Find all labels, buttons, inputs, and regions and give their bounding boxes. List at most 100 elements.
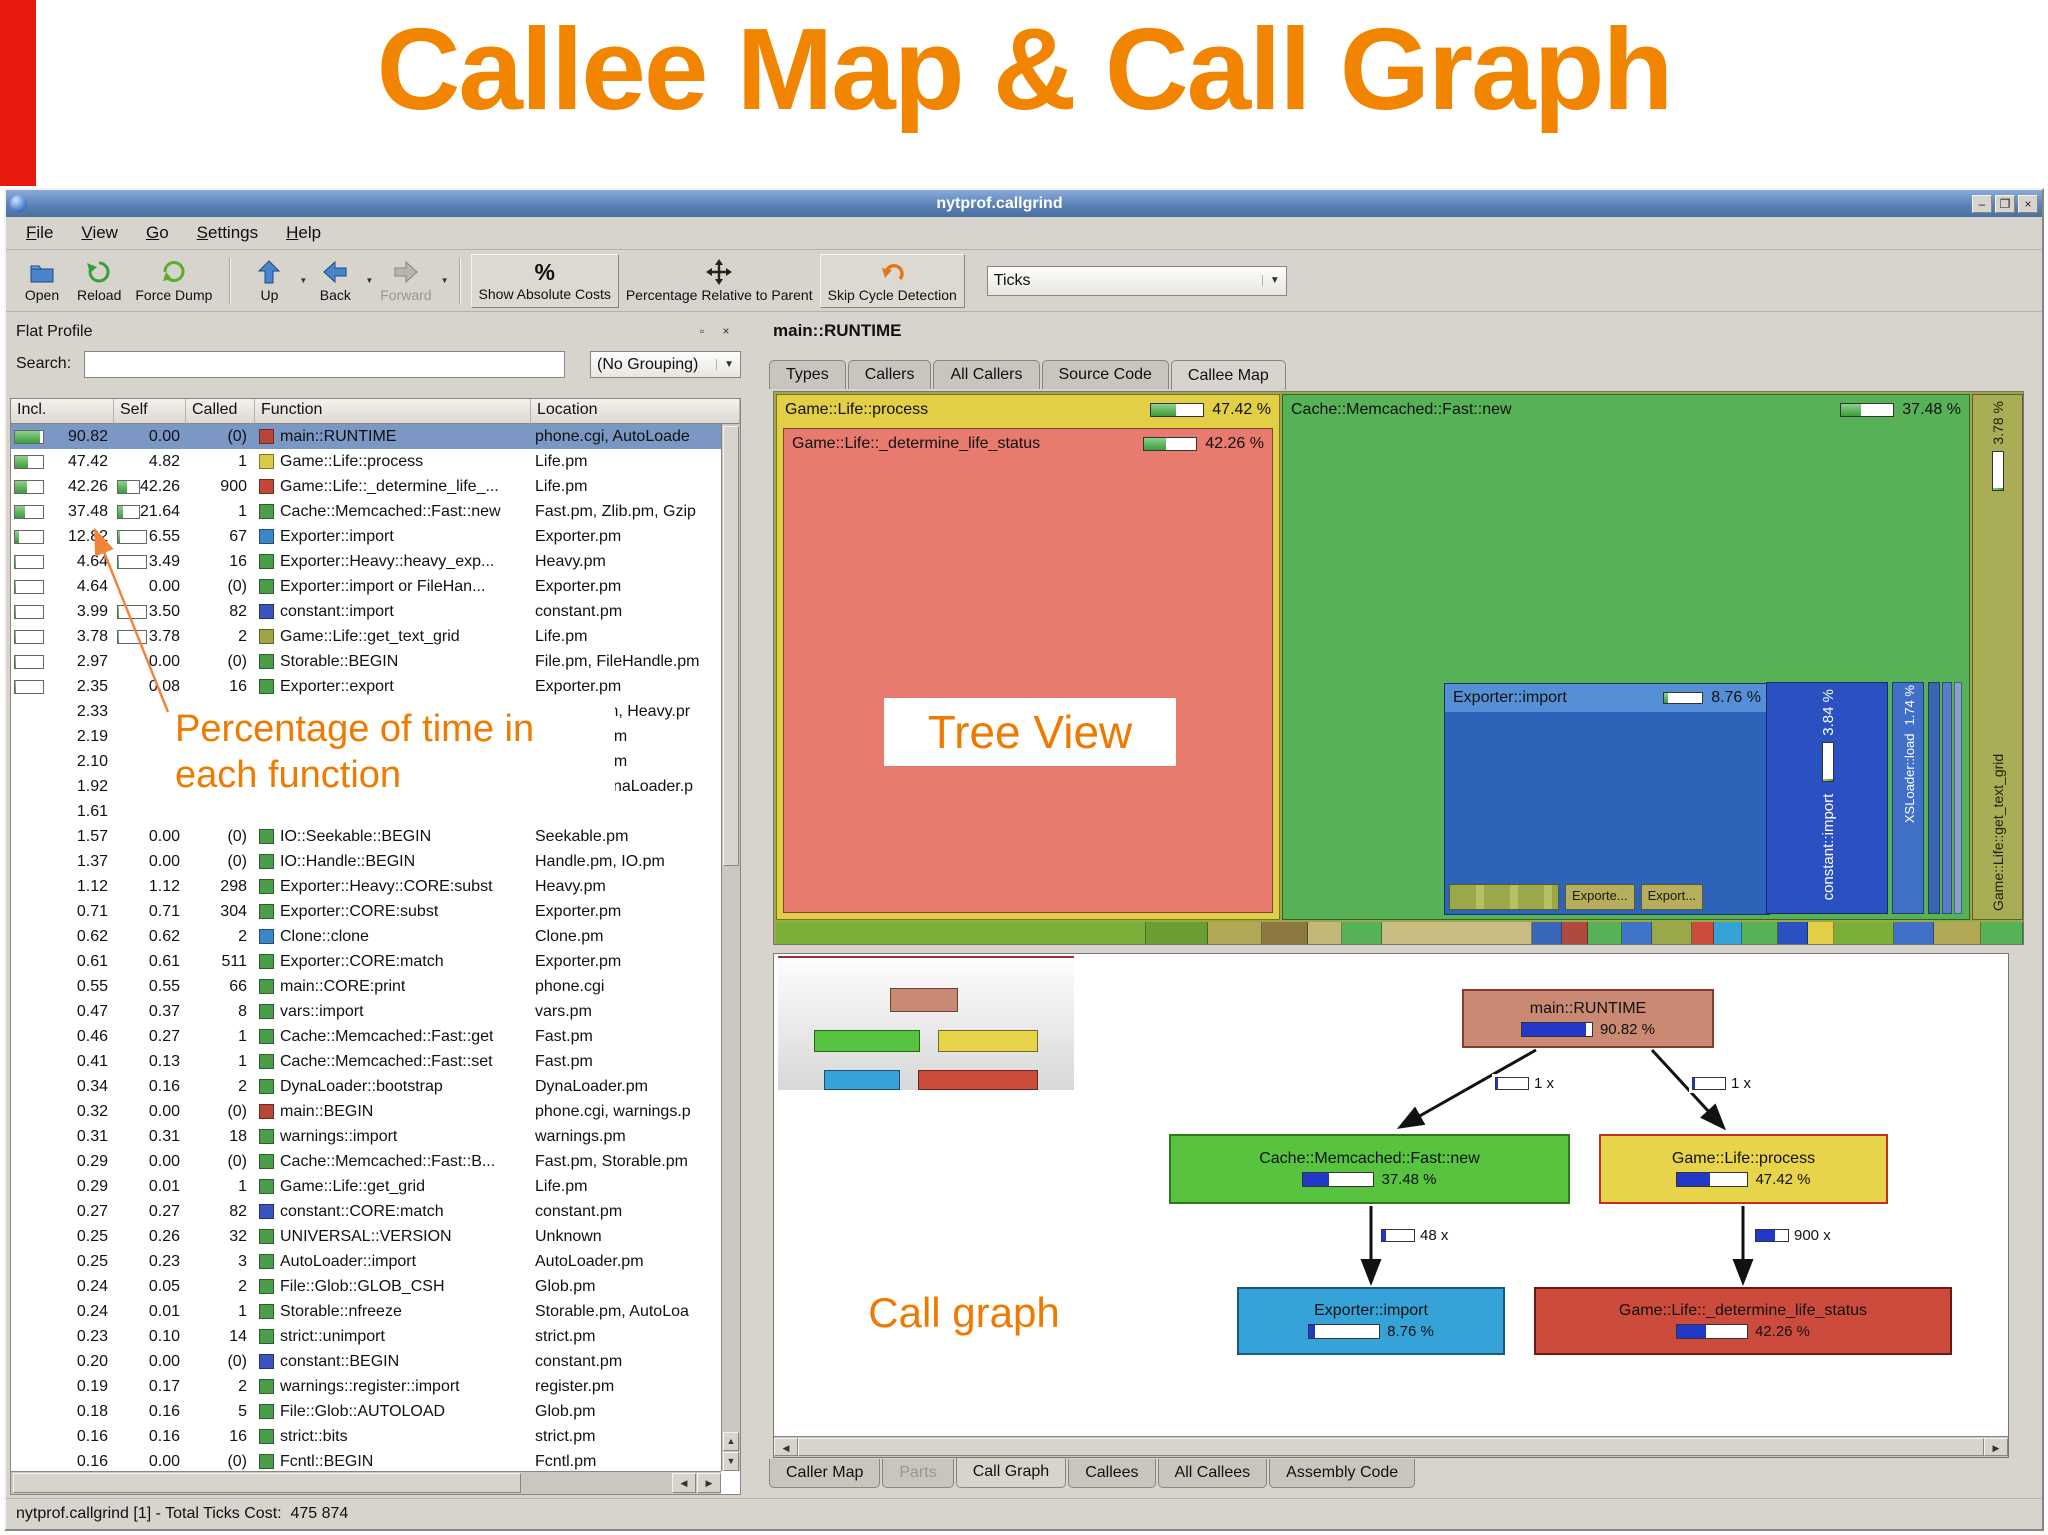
- scroll-left-button[interactable]: ◀: [774, 1438, 798, 1456]
- scrollbar-thumb[interactable]: [723, 426, 739, 866]
- treemap-bottom-segment[interactable]: [1532, 922, 1562, 944]
- table-row[interactable]: 1.12 1.12 298 Exporter::Heavy::CORE:subst He…: [11, 874, 721, 899]
- force-dump-button[interactable]: Force Dump: [128, 254, 219, 308]
- table-row[interactable]: 42.26 42.26 900 Game::Life::_determine_life…: [11, 474, 721, 499]
- table-row[interactable]: 0.16 0.16 16 strict::bits strict.pm: [11, 1424, 721, 1449]
- show-absolute-costs-button[interactable]: % Show Absolute Costs: [470, 253, 619, 308]
- table-row[interactable]: 0.29 0.00 (0) Cache::Memcached::Fast::B... F…: [11, 1149, 721, 1174]
- tab-callee-map[interactable]: Callee Map: [1170, 360, 1286, 390]
- table-row[interactable]: 47.42 4.82 1 Game::Life::process Life.pm: [11, 449, 721, 474]
- treemap-bottom-segment[interactable]: [1778, 922, 1808, 944]
- table-row[interactable]: 0.27 0.27 82 constant::CORE:match constant.p…: [11, 1199, 721, 1224]
- tab-all-callers[interactable]: All Callers: [933, 360, 1040, 389]
- tab-callees[interactable]: Callees: [1068, 1459, 1156, 1488]
- column-header-incl[interactable]: Incl.: [11, 399, 114, 424]
- treemap-bottom-segment[interactable]: [1808, 922, 1834, 944]
- table-row[interactable]: 0.32 0.00 (0) main::BEGIN phone.cgi, warning…: [11, 1099, 721, 1124]
- callgraph-node-determine-life-status[interactable]: Game::Life::_determine_life_status 42.26…: [1534, 1287, 1952, 1355]
- callgraph-node-memcached-new[interactable]: Cache::Memcached::Fast::new 37.48 %: [1169, 1134, 1570, 1204]
- menu-help[interactable]: Help: [272, 219, 335, 247]
- minimize-button[interactable]: –: [1972, 194, 1992, 213]
- horizontal-scrollbar[interactable]: ◀ ▶: [11, 1471, 721, 1494]
- tab-assembly-code[interactable]: Assembly Code: [1269, 1459, 1416, 1488]
- table-row[interactable]: 2.97 0.00 (0) Storable::BEGIN File.pm, FileH…: [11, 649, 721, 674]
- treemap-bottom-segment[interactable]: [1714, 922, 1742, 944]
- column-header-location[interactable]: Location: [531, 399, 740, 424]
- treemap-bottom-segment[interactable]: [1834, 922, 1894, 944]
- back-button[interactable]: Back: [307, 254, 363, 308]
- table-row[interactable]: 0.41 0.13 1 Cache::Memcached::Fast::set Fast…: [11, 1049, 721, 1074]
- table-row[interactable]: 0.46 0.27 1 Cache::Memcached::Fast::get Fast…: [11, 1024, 721, 1049]
- tab-caller-map[interactable]: Caller Map: [769, 1459, 881, 1488]
- tab-all-callees[interactable]: All Callees: [1157, 1459, 1268, 1488]
- tab-callers[interactable]: Callers: [847, 360, 932, 389]
- treemap-bottom-segment[interactable]: [1622, 922, 1652, 944]
- table-row[interactable]: 0.34 0.16 2 DynaLoader::bootstrap DynaLoader…: [11, 1074, 721, 1099]
- table-row[interactable]: 0.24 0.01 1 Storable::nfreeze Storable.pm, A…: [11, 1299, 721, 1324]
- up-button[interactable]: Up: [241, 254, 297, 308]
- treemap-block-constant-import[interactable]: constant::import 3.84 %: [1766, 682, 1888, 914]
- percentage-relative-to-parent-button[interactable]: Percentage Relative to Parent: [619, 254, 820, 308]
- chevron-down-icon[interactable]: ▼: [365, 276, 373, 285]
- maximize-button[interactable]: ❐: [1995, 194, 2015, 213]
- vertical-scrollbar[interactable]: ▲ ▼: [721, 424, 740, 1471]
- treemap-bottom-segment[interactable]: [1208, 922, 1262, 944]
- table-row[interactable]: 0.31 0.31 18 warnings::import warnings.pm: [11, 1124, 721, 1149]
- tab-parts[interactable]: Parts: [882, 1459, 954, 1488]
- column-header-self[interactable]: Self: [114, 399, 186, 424]
- treemap-bottom-segment[interactable]: [1742, 922, 1778, 944]
- grouping-dropdown[interactable]: (No Grouping) ▼: [590, 351, 741, 378]
- column-header-function[interactable]: Function: [255, 399, 531, 424]
- scrollbar-thumb[interactable]: [798, 1438, 1984, 1456]
- skip-cycle-detection-button[interactable]: Skip Cycle Detection: [819, 253, 965, 308]
- table-row[interactable]: 0.47 0.37 8 vars::import vars.pm: [11, 999, 721, 1024]
- callgraph-node-game-life-process[interactable]: Game::Life::process 47.42 %: [1599, 1134, 1888, 1204]
- treemap-block-determine-life-status[interactable]: Game::Life::_determine_life_status 42.26…: [783, 428, 1273, 913]
- treemap-block-exporter-import[interactable]: Exporter::import 8.76 % Exporte... Expor…: [1444, 683, 1770, 915]
- tab-source-code[interactable]: Source Code: [1041, 360, 1169, 389]
- table-row[interactable]: 4.64 0.00 (0) Exporter::import or FileHan..…: [11, 574, 721, 599]
- table-row[interactable]: 0.25 0.23 3 AutoLoader::import AutoLoader.pm: [11, 1249, 721, 1274]
- table-row[interactable]: 3.78 3.78 2 Game::Life::get_text_grid Life.p…: [11, 624, 721, 649]
- table-row[interactable]: 0.18 0.16 5 File::Glob::AUTOLOAD Glob.pm: [11, 1399, 721, 1424]
- menu-settings[interactable]: Settings: [183, 219, 272, 247]
- scroll-left-button[interactable]: ◀: [672, 1473, 696, 1493]
- callgraph-node-main-runtime[interactable]: main::RUNTIME 90.82 %: [1462, 989, 1714, 1048]
- tab-call-graph[interactable]: Call Graph: [955, 1458, 1067, 1488]
- treemap-bottom-segment[interactable]: [1588, 922, 1622, 944]
- treemap-sub-block[interactable]: [1449, 884, 1559, 910]
- table-row[interactable]: 0.71 0.71 304 Exporter::CORE:subst Exporter.…: [11, 899, 721, 924]
- panel-splitter[interactable]: [741, 317, 769, 1496]
- column-header-called[interactable]: Called: [186, 399, 255, 424]
- menu-go[interactable]: Go: [132, 219, 183, 247]
- dock-float-button[interactable]: ▫: [693, 323, 711, 341]
- treemap-bottom-segment[interactable]: [1342, 922, 1382, 944]
- tab-types[interactable]: Types: [769, 360, 846, 389]
- table-row[interactable]: 0.29 0.01 1 Game::Life::get_grid Life.pm: [11, 1174, 721, 1199]
- table-row[interactable]: 1.57 0.00 (0) IO::Seekable::BEGIN Seekable.p…: [11, 824, 721, 849]
- callgraph-node-exporter-import[interactable]: Exporter::import 8.76 %: [1237, 1287, 1505, 1355]
- table-row[interactable]: 3.99 3.50 82 constant::import constant.pm: [11, 599, 721, 624]
- menu-file[interactable]: File: [12, 219, 67, 247]
- scroll-up-button[interactable]: ▲: [723, 1432, 739, 1451]
- treemap-bottom-segment[interactable]: [1382, 922, 1532, 944]
- table-row[interactable]: 2.35 0.08 16 Exporter::export Exporter.pm: [11, 674, 721, 699]
- window-titlebar[interactable]: nytprof.callgrind – ❐ ×: [6, 190, 2042, 217]
- ticks-dropdown[interactable]: Ticks ▼: [986, 265, 1287, 296]
- menu-view[interactable]: View: [67, 219, 132, 247]
- table-row[interactable]: 0.23 0.10 14 strict::unimport strict.pm: [11, 1324, 721, 1349]
- scrollbar-thumb[interactable]: [13, 1473, 521, 1493]
- table-row[interactable]: 0.20 0.00 (0) constant::BEGIN constant.pm: [11, 1349, 721, 1374]
- scroll-right-button[interactable]: ▶: [1984, 1438, 2008, 1456]
- chevron-down-icon[interactable]: ▼: [299, 276, 307, 285]
- treemap-block-xsloader-load[interactable]: XSLoader::load 1.74 %: [1892, 682, 1924, 914]
- table-row[interactable]: 0.24 0.05 2 File::Glob::GLOB_CSH Glob.pm: [11, 1274, 721, 1299]
- treemap-sub-block[interactable]: [1954, 682, 1962, 914]
- treemap-bottom-segment[interactable]: [1146, 922, 1208, 944]
- table-row[interactable]: 1.37 0.00 (0) IO::Handle::BEGIN Handle.pm, I…: [11, 849, 721, 874]
- treemap-bottom-segment[interactable]: [1934, 922, 1981, 944]
- table-row[interactable]: 4.64 3.49 16 Exporter::Heavy::heavy_exp... H…: [11, 549, 721, 574]
- treemap-bottom-segment[interactable]: [1692, 922, 1714, 944]
- treemap-block-get-text-grid[interactable]: Game::Life::get_text_grid 3.78 %: [1972, 394, 2023, 920]
- callgraph-horizontal-scrollbar[interactable]: ◀ ▶: [774, 1436, 2008, 1457]
